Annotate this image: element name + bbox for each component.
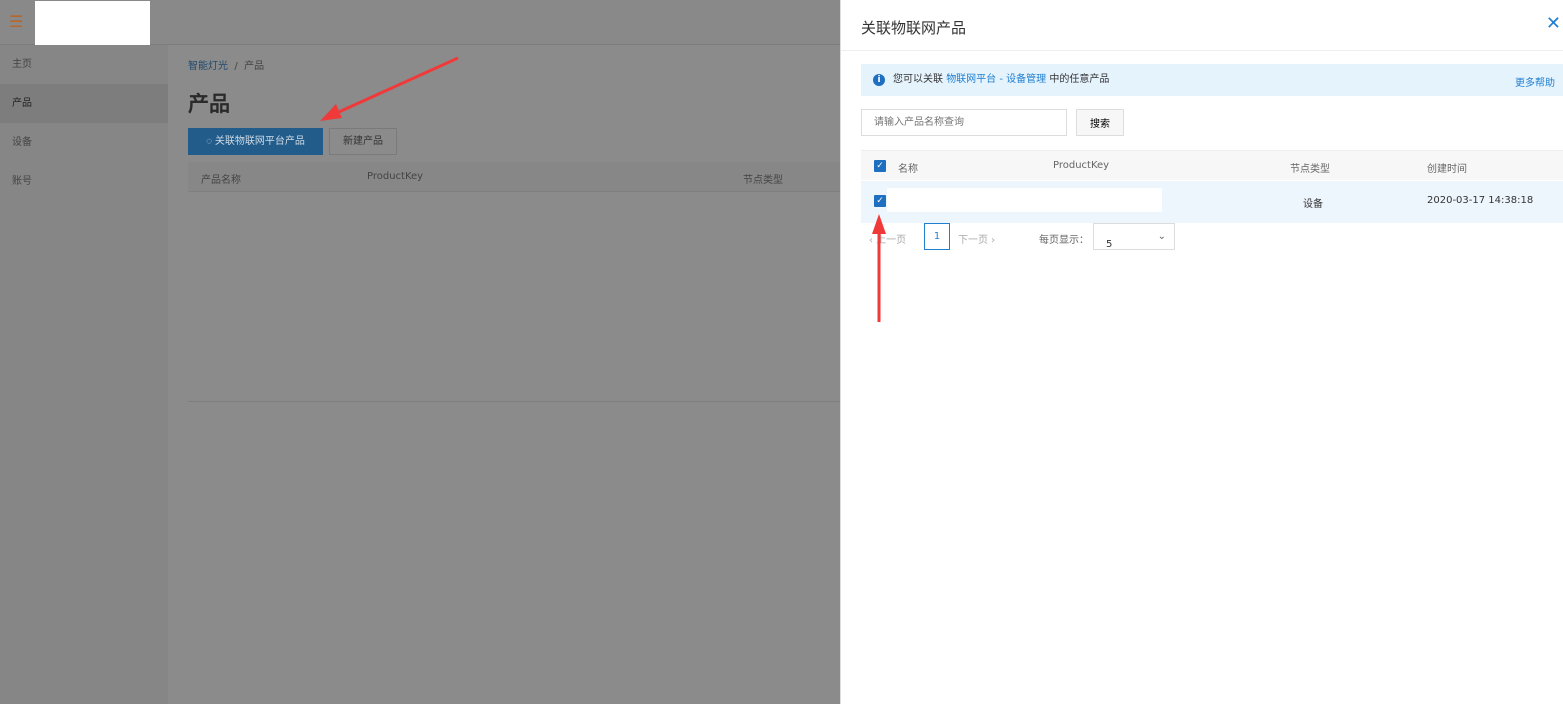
product-name-redacted xyxy=(887,188,1162,212)
search-button[interactable]: 搜索 xyxy=(1076,109,1124,136)
column-header: ProductKey xyxy=(1053,160,1110,171)
column-header: 节点类型 xyxy=(743,175,783,186)
link-iot-product-drawer: 关联物联网产品 ✕ i 您可以关联 物联网平台 - 设备管理 中的任意产品 更多… xyxy=(840,0,1563,704)
page-title: 产品 xyxy=(188,92,230,116)
table-row[interactable]: ✓ 设备 2020-03-17 14:38:18 xyxy=(861,181,1563,223)
breadcrumb: 智能灯光 / 产品 xyxy=(188,57,264,72)
breadcrumb-link[interactable]: 智能灯光 xyxy=(188,61,228,72)
new-product-button[interactable]: 新建产品 xyxy=(329,128,397,155)
logo-redacted xyxy=(35,1,150,47)
close-icon[interactable]: ✕ xyxy=(1546,13,1561,34)
sidebar-item-home[interactable]: 主页 xyxy=(0,45,168,84)
sidebar-item-account[interactable]: 账号 xyxy=(0,162,168,201)
table-divider xyxy=(188,401,840,402)
sidebar: 主页 产品 设备 账号 xyxy=(0,45,168,704)
info-text: 您可以关联 xyxy=(893,74,943,85)
info-text-suffix: 中的任意产品 xyxy=(1049,74,1110,85)
chevron-down-icon: ⌄ xyxy=(1157,231,1166,242)
divider xyxy=(841,50,1563,51)
page-size-value: 5 xyxy=(1106,239,1113,250)
top-bar: ☰ xyxy=(0,0,840,47)
background-page: ☰ 主页 产品 设备 账号 智能灯光 / 产品 产品 ◌ 关联物联网平台产品 新… xyxy=(0,0,840,704)
hamburger-menu-icon[interactable]: ☰ xyxy=(9,14,23,30)
node-type-cell: 设备 xyxy=(1303,199,1323,210)
created-time-cell: 2020-03-17 14:38:18 xyxy=(1427,195,1534,206)
prev-label: 上一页 xyxy=(876,235,907,246)
drawer-title: 关联物联网产品 xyxy=(861,19,967,37)
select-all-checkbox[interactable]: ✓ xyxy=(874,160,886,172)
column-header: 节点类型 xyxy=(1290,164,1330,175)
column-header: 创建时间 xyxy=(1427,164,1467,175)
column-header: 产品名称 xyxy=(201,175,241,186)
next-page-button[interactable]: 下一页 › xyxy=(958,231,995,246)
more-help-link[interactable]: 更多帮助 xyxy=(1515,68,1555,100)
product-search-input[interactable] xyxy=(861,109,1067,136)
column-header: 名称 xyxy=(898,164,918,175)
loading-icon: ◌ xyxy=(206,136,213,147)
sidebar-item-devices[interactable]: 设备 xyxy=(0,123,168,162)
breadcrumb-current: 产品 xyxy=(244,61,265,72)
next-label: 下一页 xyxy=(958,235,988,246)
iot-platform-link[interactable]: 物联网平台 - 设备管理 xyxy=(946,74,1046,85)
drawer-table-header: ✓ 名称 ProductKey 节点类型 创建时间 xyxy=(861,150,1563,180)
main-content: 智能灯光 / 产品 产品 ◌ 关联物联网平台产品 新建产品 产品名称 Produ… xyxy=(168,45,840,704)
page-1-button[interactable]: 1 xyxy=(924,223,950,250)
breadcrumb-separator: / xyxy=(234,61,238,72)
column-header: ProductKey xyxy=(367,171,424,182)
link-iot-product-label: 关联物联网平台产品 xyxy=(214,136,305,147)
sidebar-item-products[interactable]: 产品 xyxy=(0,84,168,123)
page-size-select[interactable]: 5 ⌄ xyxy=(1093,223,1175,250)
prev-page-button[interactable]: ‹ 上一页 xyxy=(869,231,906,246)
info-icon: i xyxy=(873,74,885,86)
product-table-header: 产品名称 ProductKey 节点类型 xyxy=(188,162,840,192)
row-checkbox[interactable]: ✓ xyxy=(874,195,886,207)
link-iot-product-button[interactable]: ◌ 关联物联网平台产品 xyxy=(188,128,323,155)
page-size-label: 每页显示： xyxy=(1039,235,1089,246)
info-banner: i 您可以关联 物联网平台 - 设备管理 中的任意产品 更多帮助 xyxy=(861,64,1563,96)
